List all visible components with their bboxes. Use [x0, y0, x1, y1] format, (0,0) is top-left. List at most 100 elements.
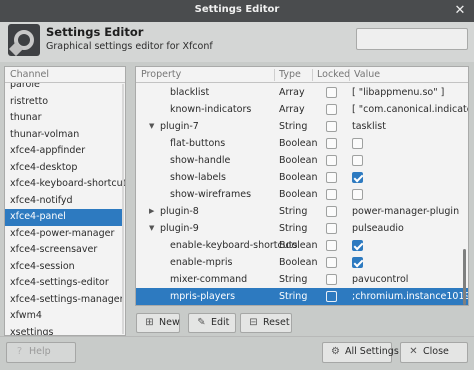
column-locked[interactable]: Locked	[317, 69, 350, 80]
property-name: show-handle	[170, 155, 231, 166]
channel-item[interactable]: xfce4-panel	[5, 209, 123, 226]
expander-arrow-icon[interactable]: ▼	[149, 118, 154, 135]
channel-item[interactable]: xsettings	[5, 325, 123, 336]
footer-divider	[0, 336, 474, 337]
property-name: blacklist	[170, 87, 210, 98]
column-type[interactable]: Type	[279, 69, 301, 80]
property-type: Array	[279, 87, 305, 98]
channel-item[interactable]: xfce4-desktop	[5, 160, 123, 177]
channel-item[interactable]: xfce4-settings-editor	[5, 275, 123, 292]
property-name: plugin-9	[160, 223, 199, 234]
property-table[interactable]: Property Type Locked Value blacklist Arra…	[135, 66, 469, 306]
property-scrollbar-thumb[interactable]	[463, 249, 466, 305]
locked-checkbox[interactable]	[326, 104, 337, 115]
property-row[interactable]: blacklist Array [ "libappmenu.so" ]	[136, 84, 468, 101]
property-row[interactable]: show-notifications Boolean	[136, 305, 469, 306]
edit-button[interactable]: ✎ Edit	[188, 313, 236, 333]
window-title: Settings Editor	[194, 4, 280, 15]
property-row[interactable]: mpris-players String ;chromium.instance101…	[136, 288, 468, 305]
add-icon: ⊞	[145, 317, 154, 328]
property-name: mpris-players	[170, 291, 236, 302]
property-type: String	[279, 206, 308, 217]
value-checkbox[interactable]	[352, 257, 363, 268]
property-row[interactable]: ▼ plugin-7 String tasklist	[136, 118, 468, 135]
new-button[interactable]: ⊞ New	[136, 313, 180, 333]
channel-item[interactable]: xfce4-screensaver	[5, 242, 123, 259]
property-row[interactable]: ▶ plugin-8 String power-manager-plugin	[136, 203, 468, 220]
reset-icon: ⊟	[249, 317, 258, 328]
locked-checkbox[interactable]	[326, 274, 337, 285]
property-row[interactable]: known-indicators Array [ "com.canonical.in…	[136, 101, 468, 118]
window-close-icon[interactable]: ✕	[452, 3, 468, 19]
property-row[interactable]: show-wireframes Boolean	[136, 186, 468, 203]
locked-checkbox[interactable]	[326, 291, 337, 302]
channel-item[interactable]: xfwm4	[5, 308, 123, 325]
locked-checkbox[interactable]	[326, 121, 337, 132]
all-settings-button[interactable]: ⚙ All Settings	[322, 342, 399, 363]
channel-scrollbar[interactable]	[122, 84, 124, 334]
reset-button[interactable]: ⊟ Reset	[240, 313, 292, 333]
property-row[interactable]: show-labels Boolean	[136, 169, 468, 186]
property-name: show-labels	[170, 172, 226, 183]
column-value[interactable]: Value	[354, 69, 380, 80]
property-rows: blacklist Array [ "libappmenu.so" ] known-i…	[136, 84, 469, 306]
property-value[interactable]: [ "libappmenu.so" ]	[352, 84, 468, 101]
property-name: show-wireframes	[170, 189, 252, 200]
channel-item[interactable]: ristretto	[5, 94, 123, 111]
property-value[interactable]: pavucontrol	[352, 271, 468, 288]
property-name: plugin-7	[160, 121, 199, 132]
window-titlebar: Settings Editor ✕	[0, 0, 474, 22]
property-type: Boolean	[279, 240, 318, 251]
locked-checkbox[interactable]	[326, 138, 337, 149]
property-row[interactable]: mixer-command String pavucontrol	[136, 271, 468, 288]
help-button[interactable]: ? Help	[6, 342, 76, 363]
property-row[interactable]: flat-buttons Boolean	[136, 135, 468, 152]
property-value[interactable]: [ "com.canonical.indicator.r	[352, 101, 468, 118]
channel-list[interactable]: parole ristretto thunar thunar-volman xfce4-…	[5, 77, 125, 336]
locked-checkbox[interactable]	[326, 206, 337, 217]
property-row[interactable]: show-handle Boolean	[136, 152, 468, 169]
value-checkbox[interactable]	[352, 189, 363, 200]
value-checkbox[interactable]	[352, 172, 363, 183]
property-value[interactable]: power-manager-plugin	[352, 203, 468, 220]
value-checkbox[interactable]	[352, 155, 363, 166]
property-type: Boolean	[279, 305, 317, 306]
value-checkbox[interactable]	[352, 138, 363, 149]
property-row[interactable]: ▼ plugin-9 String pulseaudio	[136, 220, 468, 237]
close-button[interactable]: ✕ Close	[400, 342, 468, 363]
channel-item[interactable]: xfce4-appfinder	[5, 143, 123, 160]
locked-checkbox[interactable]	[326, 257, 337, 268]
property-type: Boolean	[279, 138, 318, 149]
locked-checkbox[interactable]	[326, 155, 337, 166]
all-settings-label: All Settings	[345, 346, 399, 357]
expander-arrow-icon[interactable]: ▶	[149, 203, 154, 220]
locked-checkbox[interactable]	[326, 223, 337, 234]
property-value[interactable]: ;chromium.instance10192;	[352, 288, 468, 305]
property-type: Boolean	[279, 172, 318, 183]
property-value[interactable]: pulseaudio	[352, 220, 468, 237]
property-name: flat-buttons	[170, 138, 226, 149]
property-row[interactable]: enable-keyboard-shortcuts Boolean	[136, 237, 468, 254]
channel-item[interactable]: xfce4-settings-manager	[5, 292, 124, 309]
property-row[interactable]: enable-mpris Boolean	[136, 254, 468, 271]
channel-item[interactable]: xfce4-power-manager	[5, 226, 123, 243]
column-property[interactable]: Property	[141, 69, 181, 80]
locked-checkbox[interactable]	[326, 189, 337, 200]
property-table-header: Property Type Locked Value	[136, 67, 468, 83]
channel-column-header[interactable]: Channel	[5, 67, 125, 83]
property-name: enable-mpris	[170, 257, 233, 268]
locked-checkbox[interactable]	[326, 87, 337, 98]
channel-item[interactable]: thunar	[5, 110, 123, 127]
locked-checkbox[interactable]	[326, 172, 337, 183]
property-type: String	[279, 223, 308, 234]
channel-list-panel[interactable]: parole ristretto thunar thunar-volman xfce4-…	[4, 66, 126, 336]
channel-item[interactable]: xfce4-keyboard-shortcuts	[5, 176, 125, 193]
search-input[interactable]	[356, 28, 468, 50]
property-value[interactable]: tasklist	[352, 118, 468, 135]
channel-item[interactable]: xfce4-notifyd	[5, 193, 123, 210]
channel-item[interactable]: xfce4-session	[5, 259, 123, 276]
channel-item[interactable]: thunar-volman	[5, 127, 123, 144]
locked-checkbox[interactable]	[326, 240, 337, 251]
expander-arrow-icon[interactable]: ▼	[149, 220, 154, 237]
value-checkbox[interactable]	[352, 240, 363, 251]
